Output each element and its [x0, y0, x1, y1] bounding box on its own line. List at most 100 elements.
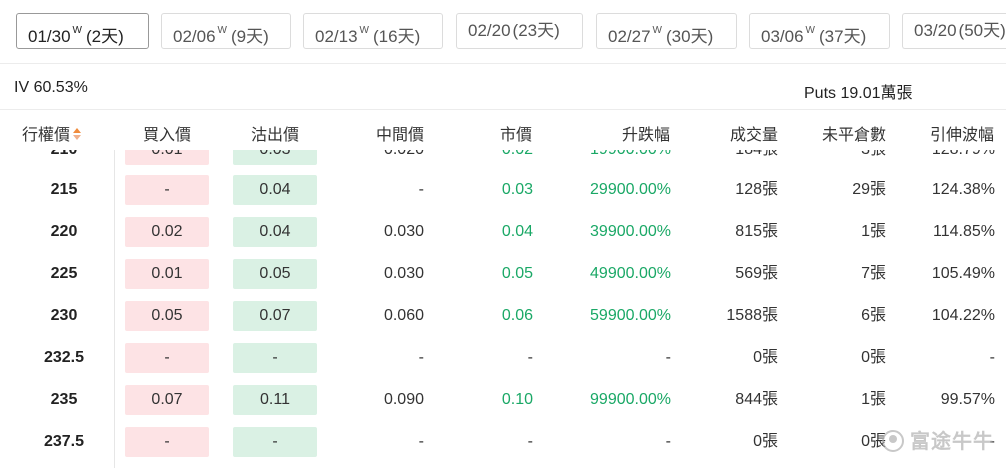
change-cell: 29900.00%	[590, 181, 671, 198]
column-header-mid[interactable]: 中間價	[376, 121, 424, 145]
open-interest-cell: 3張	[861, 150, 886, 171]
expiry-days: (50天)	[958, 21, 1006, 40]
volume-cell: 184張	[735, 150, 778, 171]
change-cell: 19900.00%	[590, 150, 671, 171]
iv-summary: IV 60.53%	[14, 79, 88, 96]
implied-vol-cell: 114.85%	[933, 223, 995, 240]
column-header-ask[interactable]: 沽出價	[251, 121, 299, 145]
table-row[interactable]: 210 0.01 0.03 0.020 0.02 19900.00% 184張 …	[0, 150, 1006, 171]
strike-cell: 235	[50, 391, 78, 408]
implied-vol-cell: 105.49%	[931, 265, 995, 282]
change-cell: 39900.00%	[590, 223, 671, 240]
change-cell: 49900.00%	[590, 265, 671, 282]
ask-cell[interactable]: 0.05	[233, 259, 317, 289]
expiry-date: 02/06	[173, 27, 216, 46]
volume-cell: 1588張	[726, 307, 778, 324]
sort-icon[interactable]	[73, 128, 82, 141]
expiry-date: 02/27	[608, 27, 651, 46]
table-row[interactable]: 235 0.07 0.11 0.090 0.10 99900.00% 844張 …	[0, 379, 1006, 421]
change-cell: -	[665, 433, 671, 450]
market-cell: 0.04	[501, 223, 533, 240]
ask-cell[interactable]: 0.11	[233, 385, 317, 415]
strike-cell: 220	[50, 223, 78, 240]
column-header-market[interactable]: 市價	[500, 121, 532, 145]
open-interest-cell: 1張	[861, 223, 886, 240]
expiry-tab[interactable]: 02/06 W (9天)	[161, 13, 291, 49]
table-row[interactable]: 237.5 - - - - - 0張 0張 -	[0, 421, 1006, 463]
column-header-label: 行權價	[22, 127, 71, 144]
ask-cell[interactable]: 0.04	[233, 175, 317, 205]
mid-cell: 0.030	[383, 223, 424, 240]
table-row[interactable]: 225 0.01 0.05 0.030 0.05 49900.00% 569張 …	[0, 253, 1006, 295]
column-header-strike[interactable]: 行權價	[22, 121, 82, 145]
bid-cell[interactable]: 0.05	[125, 301, 209, 331]
weekly-marker: W	[652, 25, 662, 36]
implied-vol-cell: -	[989, 349, 995, 366]
expiry-tab[interactable]: 03/06 W (37天)	[749, 13, 890, 49]
expiry-date: 03/20	[914, 21, 957, 40]
ask-cell[interactable]: -	[233, 427, 317, 457]
ask-cell[interactable]: 0.07	[233, 301, 317, 331]
expiry-days: (23天)	[512, 21, 560, 40]
puts-volume-summary: Puts 19.01萬張	[804, 85, 913, 102]
watermark: 富途牛牛	[882, 425, 994, 454]
expiry-days: (30天)	[666, 27, 714, 46]
open-interest-cell: 7張	[861, 265, 886, 282]
table-row[interactable]: 215 - 0.04 - 0.03 29900.00% 128張 29張 124…	[0, 169, 1006, 211]
open-interest-cell: 1張	[861, 391, 886, 408]
implied-vol-cell: 128.79%	[932, 150, 995, 171]
table-row[interactable]: 220 0.02 0.04 0.030 0.04 39900.00% 815張 …	[0, 211, 1006, 253]
options-table-body: 210 0.01 0.03 0.020 0.02 19900.00% 184張 …	[0, 150, 1006, 468]
ask-cell[interactable]: -	[233, 343, 317, 373]
change-cell: 59900.00%	[590, 307, 671, 324]
bid-cell[interactable]: 0.07	[125, 385, 209, 415]
column-header-volume[interactable]: 成交量	[730, 121, 778, 145]
weekly-marker: W	[217, 25, 227, 36]
market-cell: 0.10	[501, 391, 533, 408]
volume-cell: 844張	[735, 391, 778, 408]
strike-cell: 230	[50, 307, 78, 324]
open-interest-cell: 0張	[861, 349, 886, 366]
bid-cell[interactable]: 0.02	[125, 217, 209, 247]
expiry-tab[interactable]: 03/20 (50天)	[902, 13, 1006, 49]
bid-cell[interactable]: -	[125, 427, 209, 457]
implied-vol-cell: 104.22%	[931, 307, 995, 324]
volume-cell: 128張	[735, 181, 778, 198]
mid-cell: 0.090	[383, 391, 424, 408]
expiry-date: 02/20	[468, 21, 511, 40]
expiry-tab[interactable]: 02/13 W (16天)	[303, 13, 443, 49]
table-row[interactable]: 232.5 - - - - - 0張 0張 -	[0, 337, 1006, 379]
strike-cell: 237.5	[43, 433, 85, 450]
bid-cell[interactable]: 0.01	[125, 150, 209, 165]
mid-cell: 0.060	[383, 307, 424, 324]
implied-vol-cell: 99.57%	[940, 391, 995, 408]
volume-cell: 815張	[735, 223, 778, 240]
market-cell: -	[527, 349, 533, 366]
strike-cell: 210	[14, 150, 114, 171]
ask-cell[interactable]: 0.03	[233, 150, 317, 165]
table-header: 行權價 買入價 沽出價 中間價 市價 升跌幅 成交量 未平倉數 引伸波幅	[0, 110, 1006, 150]
bid-cell[interactable]: -	[125, 343, 209, 373]
futu-logo-icon	[882, 430, 904, 452]
table-row[interactable]: 230 0.05 0.07 0.060 0.06 59900.00% 1588張…	[0, 295, 1006, 337]
open-interest-cell: 29張	[852, 181, 886, 198]
market-cell: 0.03	[501, 181, 533, 198]
market-cell: -	[527, 433, 533, 450]
expiry-tab[interactable]: 01/30 W (2天)	[16, 13, 149, 49]
column-header-implied-vol[interactable]: 引伸波幅	[930, 121, 994, 145]
column-header-bid[interactable]: 買入價	[143, 121, 191, 145]
bid-cell[interactable]: -	[125, 175, 209, 205]
ask-cell[interactable]: 0.04	[233, 217, 317, 247]
bid-cell[interactable]: 0.01	[125, 259, 209, 289]
change-cell: -	[665, 349, 671, 366]
expiry-date: 03/06	[761, 27, 804, 46]
summary-bar: IV 60.53% Puts 19.01萬張	[0, 64, 1006, 110]
expiry-date: 02/13	[315, 27, 358, 46]
expiry-days: (9天)	[231, 27, 269, 46]
column-header-change[interactable]: 升跌幅	[622, 121, 670, 145]
expiry-date: 01/30	[28, 27, 71, 46]
expiry-tab[interactable]: 02/27 W (30天)	[596, 13, 737, 49]
expiry-tab[interactable]: 02/20 (23天)	[456, 13, 583, 49]
column-header-open-interest[interactable]: 未平倉數	[822, 121, 886, 145]
market-cell: 0.02	[502, 150, 533, 171]
